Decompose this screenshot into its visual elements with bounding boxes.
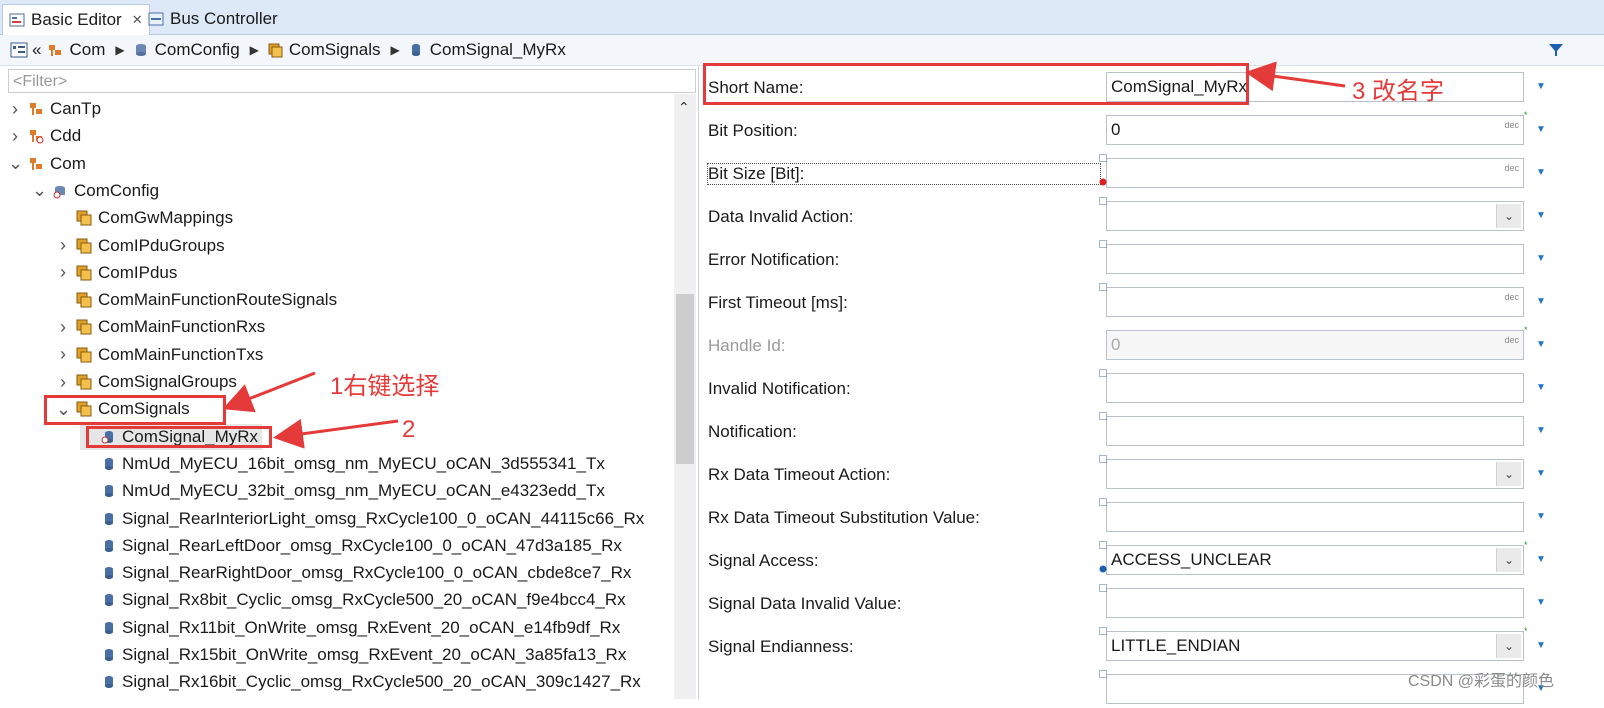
watermark: CSDN @彩蛋的颜色 bbox=[1407, 673, 1554, 690]
annotation-step1: 1右键选择 bbox=[330, 373, 440, 400]
annotation-step3: 3 改名字 bbox=[1352, 78, 1445, 105]
annotation-step2: 2 bbox=[402, 416, 416, 443]
